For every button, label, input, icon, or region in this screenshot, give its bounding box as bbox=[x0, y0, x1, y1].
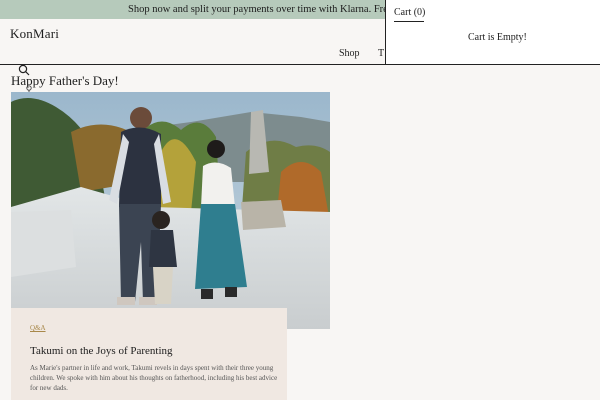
nav-item-shop[interactable]: Shop bbox=[339, 48, 360, 59]
article-card[interactable]: Q&A Takumi on the Joys of Parenting As M… bbox=[11, 308, 287, 400]
hero-image[interactable] bbox=[11, 92, 330, 329]
cart-empty-message: Cart is Empty! bbox=[468, 32, 527, 43]
article-description: As Marie's partner in life and work, Tak… bbox=[30, 364, 278, 392]
nav-item-truncated[interactable]: T bbox=[378, 48, 384, 59]
article-tag[interactable]: Q&A bbox=[30, 324, 46, 332]
cart-tab[interactable]: Cart (0) bbox=[394, 7, 425, 22]
logo[interactable]: KonMari bbox=[10, 26, 59, 42]
article-title[interactable]: Takumi on the Joys of Parenting bbox=[30, 345, 173, 357]
cart-panel: Cart (0) Cart is Empty! bbox=[385, 0, 600, 65]
